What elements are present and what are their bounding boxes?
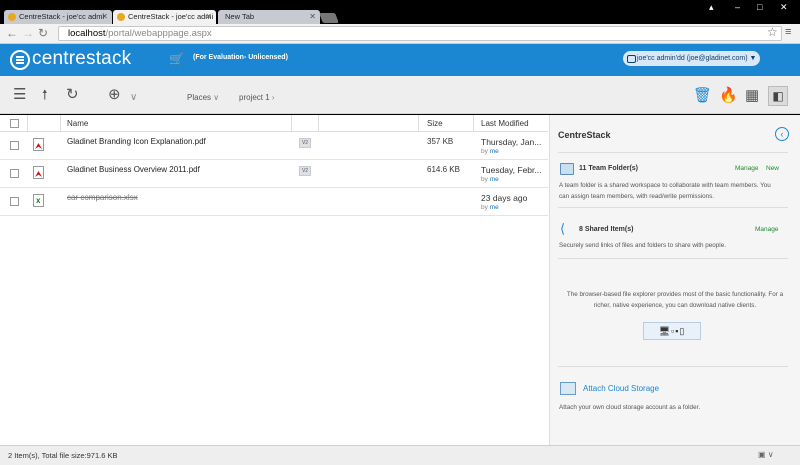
divider bbox=[558, 258, 788, 259]
url-text: localhost/portal/webapppage.aspx bbox=[68, 28, 212, 39]
select-all-checkbox[interactable] bbox=[10, 119, 19, 128]
team-folders-desc-2: can assign team members, with read/write… bbox=[559, 193, 715, 200]
chevron-down-icon[interactable]: ∨ bbox=[130, 90, 137, 106]
file-size: 614.6 KB bbox=[427, 165, 460, 174]
new-tab-button[interactable] bbox=[319, 13, 339, 23]
column-divider bbox=[473, 115, 474, 132]
client-note-1: The browser-based file explorer provides… bbox=[566, 291, 784, 298]
browser-tab-3[interactable]: New Tab ✕ bbox=[218, 10, 320, 24]
collapse-panel-icon[interactable]: ‹ bbox=[775, 127, 789, 141]
list-menu-icon[interactable]: ☰ bbox=[13, 87, 26, 103]
shared-items-title: 8 Shared Item(s) bbox=[579, 226, 634, 233]
favicon-icon bbox=[8, 13, 16, 21]
tab-label: New Tab bbox=[225, 12, 255, 21]
pdf-icon bbox=[33, 166, 44, 179]
team-folders-manage-link[interactable]: Manage bbox=[735, 165, 759, 172]
file-size: 357 KB bbox=[427, 137, 454, 146]
divider bbox=[558, 152, 788, 153]
evaluation-note: (For Evaluation- Unlicensed) bbox=[193, 54, 288, 61]
browser-tab-2[interactable]: CentreStack - joe'cc admi ✕ bbox=[113, 10, 216, 24]
excel-icon bbox=[33, 194, 44, 207]
user-card-icon bbox=[627, 55, 636, 63]
col-header-size[interactable]: Size bbox=[427, 119, 443, 128]
modified-by: by me bbox=[481, 204, 499, 211]
refresh-icon[interactable]: ↻ bbox=[66, 87, 79, 103]
side-panel-toggle-icon[interactable]: ◧ bbox=[768, 86, 788, 106]
user-menu[interactable]: joe'cc admin'dd (joe@gladinet.com) ▼ bbox=[623, 51, 760, 66]
team-folders-desc-1: A team folder is a shared workspace to c… bbox=[559, 182, 771, 189]
file-modified: 23 days ago bbox=[481, 193, 528, 203]
attach-desc: Attach your own cloud storage account as… bbox=[559, 404, 701, 411]
fire-icon[interactable]: 🔥 bbox=[719, 88, 738, 104]
up-arrow-icon[interactable]: 🠕 bbox=[42, 87, 48, 103]
modified-by: by me bbox=[481, 148, 499, 155]
reload-icon[interactable]: ↻ bbox=[38, 26, 48, 40]
row-checkbox[interactable] bbox=[10, 141, 19, 150]
logo: centrestack bbox=[32, 48, 132, 69]
divider bbox=[558, 366, 788, 367]
row-checkbox[interactable] bbox=[10, 197, 19, 206]
file-name[interactable]: Gladinet Branding Icon Explanation.pdf bbox=[67, 137, 206, 146]
close-tab-icon[interactable]: ✕ bbox=[309, 10, 316, 24]
back-icon[interactable]: ← bbox=[6, 26, 18, 40]
file-name[interactable]: Gladinet Business Overview 2011.pdf bbox=[67, 165, 200, 174]
attach-cloud-storage-link[interactable]: Attach Cloud Storage bbox=[583, 384, 659, 393]
maximize-icon[interactable]: □ bbox=[757, 2, 762, 12]
col-header-name[interactable]: Name bbox=[67, 119, 88, 128]
share-icon: ⟨ bbox=[560, 221, 566, 236]
browser-user-icon[interactable]: ▴ bbox=[709, 2, 714, 13]
user-label: joe'cc admin'dd (joe@gladinet.com) ▼ bbox=[637, 55, 757, 62]
breadcrumb[interactable]: project 1 › bbox=[239, 93, 275, 102]
browser-menu-icon[interactable]: ≡ bbox=[785, 26, 791, 38]
client-note-2: richer, native experience, you can downl… bbox=[593, 302, 757, 309]
pdf-icon bbox=[33, 138, 44, 151]
row-checkbox[interactable] bbox=[10, 169, 19, 178]
forward-icon[interactable]: → bbox=[22, 26, 34, 40]
file-name[interactable]: car comparison.xlsx bbox=[67, 193, 138, 202]
modified-by: by me bbox=[481, 176, 499, 183]
download-clients-button[interactable]: 🖥▫▪▯ bbox=[643, 322, 701, 340]
version-badge[interactable]: V2 bbox=[299, 166, 311, 176]
tab-label: CentreStack - joe'cc admi bbox=[128, 12, 214, 21]
places-dropdown[interactable]: Places ∨ bbox=[187, 93, 219, 102]
bookmark-star-icon[interactable]: ☆ bbox=[767, 25, 778, 39]
column-divider bbox=[318, 115, 319, 132]
version-badge[interactable]: V2 bbox=[299, 138, 311, 148]
col-header-modified[interactable]: Last Modified bbox=[481, 119, 529, 128]
team-folders-new-link[interactable]: New bbox=[766, 165, 779, 172]
tab-label: CentreStack - joe'cc admi bbox=[19, 12, 105, 21]
favicon-icon bbox=[117, 13, 125, 21]
grid-view-icon[interactable]: ▦ bbox=[745, 88, 759, 104]
close-tab-icon[interactable]: ✕ bbox=[205, 10, 212, 24]
add-icon[interactable]: ⊕ bbox=[108, 87, 121, 103]
language-dropdown[interactable]: ▣ ∨ bbox=[758, 450, 774, 459]
close-tab-icon[interactable]: ✕ bbox=[101, 10, 108, 24]
column-divider bbox=[418, 115, 419, 132]
browser-tab-1[interactable]: CentreStack - joe'cc admi ✕ bbox=[4, 10, 112, 24]
close-window-icon[interactable]: ✕ bbox=[780, 2, 788, 13]
menu-icon[interactable] bbox=[10, 50, 30, 70]
team-folder-icon bbox=[560, 163, 574, 175]
column-divider bbox=[291, 115, 292, 132]
status-bar bbox=[0, 445, 800, 465]
status-text: 2 Item(s), Total file size:971.6 KB bbox=[8, 451, 118, 460]
cart-icon[interactable]: 🛒 bbox=[169, 52, 184, 66]
minimize-icon[interactable]: – bbox=[735, 2, 740, 12]
team-folders-title: 11 Team Folder(s) bbox=[579, 165, 639, 172]
column-divider bbox=[27, 115, 28, 132]
file-modified: Tuesday, Febr... bbox=[481, 165, 542, 175]
file-modified: Thursday, Jan... bbox=[481, 137, 542, 147]
divider bbox=[558, 207, 788, 208]
shared-items-manage-link[interactable]: Manage bbox=[755, 226, 779, 233]
cloud-storage-icon bbox=[560, 382, 576, 395]
side-panel-title: CentreStack bbox=[558, 130, 611, 140]
trash-icon[interactable]: 🗑 bbox=[693, 88, 712, 104]
column-divider bbox=[60, 115, 61, 132]
shared-items-desc: Securely send links of files and folders… bbox=[559, 242, 726, 249]
